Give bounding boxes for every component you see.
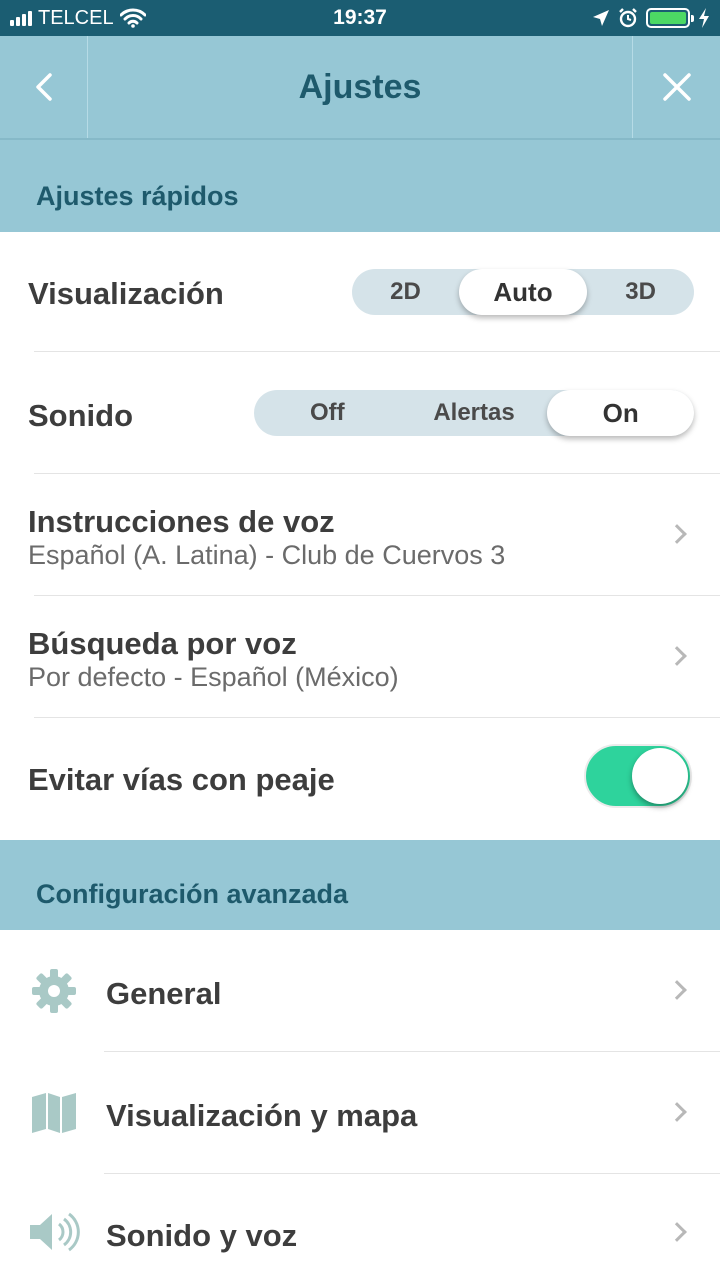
nav-bar: Ajustes [0, 36, 720, 140]
row-general[interactable]: General [0, 930, 720, 1052]
gear-icon [26, 963, 82, 1019]
quick-settings-header: Ajustes rápidos [0, 140, 720, 232]
visualizacion-segmented-control: 2D Auto 3D [352, 269, 694, 315]
busqueda-voz-value: Por defecto - Español (México) [28, 662, 399, 692]
toggle-knob [632, 748, 688, 804]
instrucciones-voz-value: Español (A. Latina) - Club de Cuervos 3 [28, 540, 506, 570]
close-button[interactable] [632, 36, 720, 138]
sonido-voz-label: Sonido y voz [106, 1218, 298, 1253]
advanced-settings-header: Configuración avanzada [0, 840, 720, 930]
row-sonido-voz[interactable]: Sonido y voz [0, 1174, 720, 1280]
chevron-right-icon [667, 646, 687, 666]
speaker-icon [26, 1204, 82, 1260]
chevron-left-icon [35, 73, 52, 101]
evitar-peaje-toggle[interactable] [584, 744, 692, 808]
seg-option-3d[interactable]: 3D [587, 269, 694, 315]
seg-option-on[interactable]: On [547, 390, 695, 436]
close-icon [662, 73, 691, 101]
busqueda-voz-label: Búsqueda por voz [28, 626, 297, 661]
row-visualizacion: Visualización 2D Auto 3D [0, 232, 720, 352]
section-title-advanced: Configuración avanzada [36, 879, 349, 909]
charging-bolt-icon [699, 8, 709, 28]
chevron-right-icon [667, 980, 687, 1000]
row-evitar-peaje: Evitar vías con peaje [0, 718, 720, 840]
seg-option-2d[interactable]: 2D [352, 269, 459, 315]
sonido-segmented-control: Off Alertas On [254, 390, 695, 436]
chevron-right-icon [667, 524, 687, 544]
visualizacion-mapa-label: Visualización y mapa [106, 1098, 418, 1133]
evitar-peaje-label: Evitar vías con peaje [28, 762, 335, 797]
instrucciones-voz-label: Instrucciones de voz [28, 504, 335, 539]
seg-option-off[interactable]: Off [254, 390, 401, 436]
row-instrucciones-voz[interactable]: Instrucciones de voz Español (A. Latina)… [0, 474, 720, 596]
row-busqueda-voz[interactable]: Búsqueda por voz Por defecto - Español (… [0, 596, 720, 718]
chevron-right-icon [667, 1222, 687, 1242]
row-visualizacion-mapa[interactable]: Visualización y mapa [0, 1052, 720, 1174]
battery-icon [646, 8, 694, 28]
general-label: General [106, 976, 222, 1011]
seg-option-alertas[interactable]: Alertas [401, 390, 548, 436]
seg-option-auto[interactable]: Auto [458, 269, 588, 315]
visualizacion-label: Visualización [28, 276, 224, 311]
row-sonido: Sonido Off Alertas On [0, 352, 720, 474]
sonido-label: Sonido [28, 398, 134, 433]
location-arrow-icon [593, 10, 609, 26]
back-button[interactable] [0, 36, 88, 138]
map-icon [26, 1085, 82, 1141]
section-title-quick: Ajustes rápidos [36, 181, 239, 211]
alarm-icon [619, 8, 637, 28]
status-bar: TELCEL 19:37 [0, 0, 720, 36]
battery-level [650, 12, 686, 24]
chevron-right-icon [667, 1102, 687, 1122]
page-title: Ajustes [298, 68, 422, 106]
